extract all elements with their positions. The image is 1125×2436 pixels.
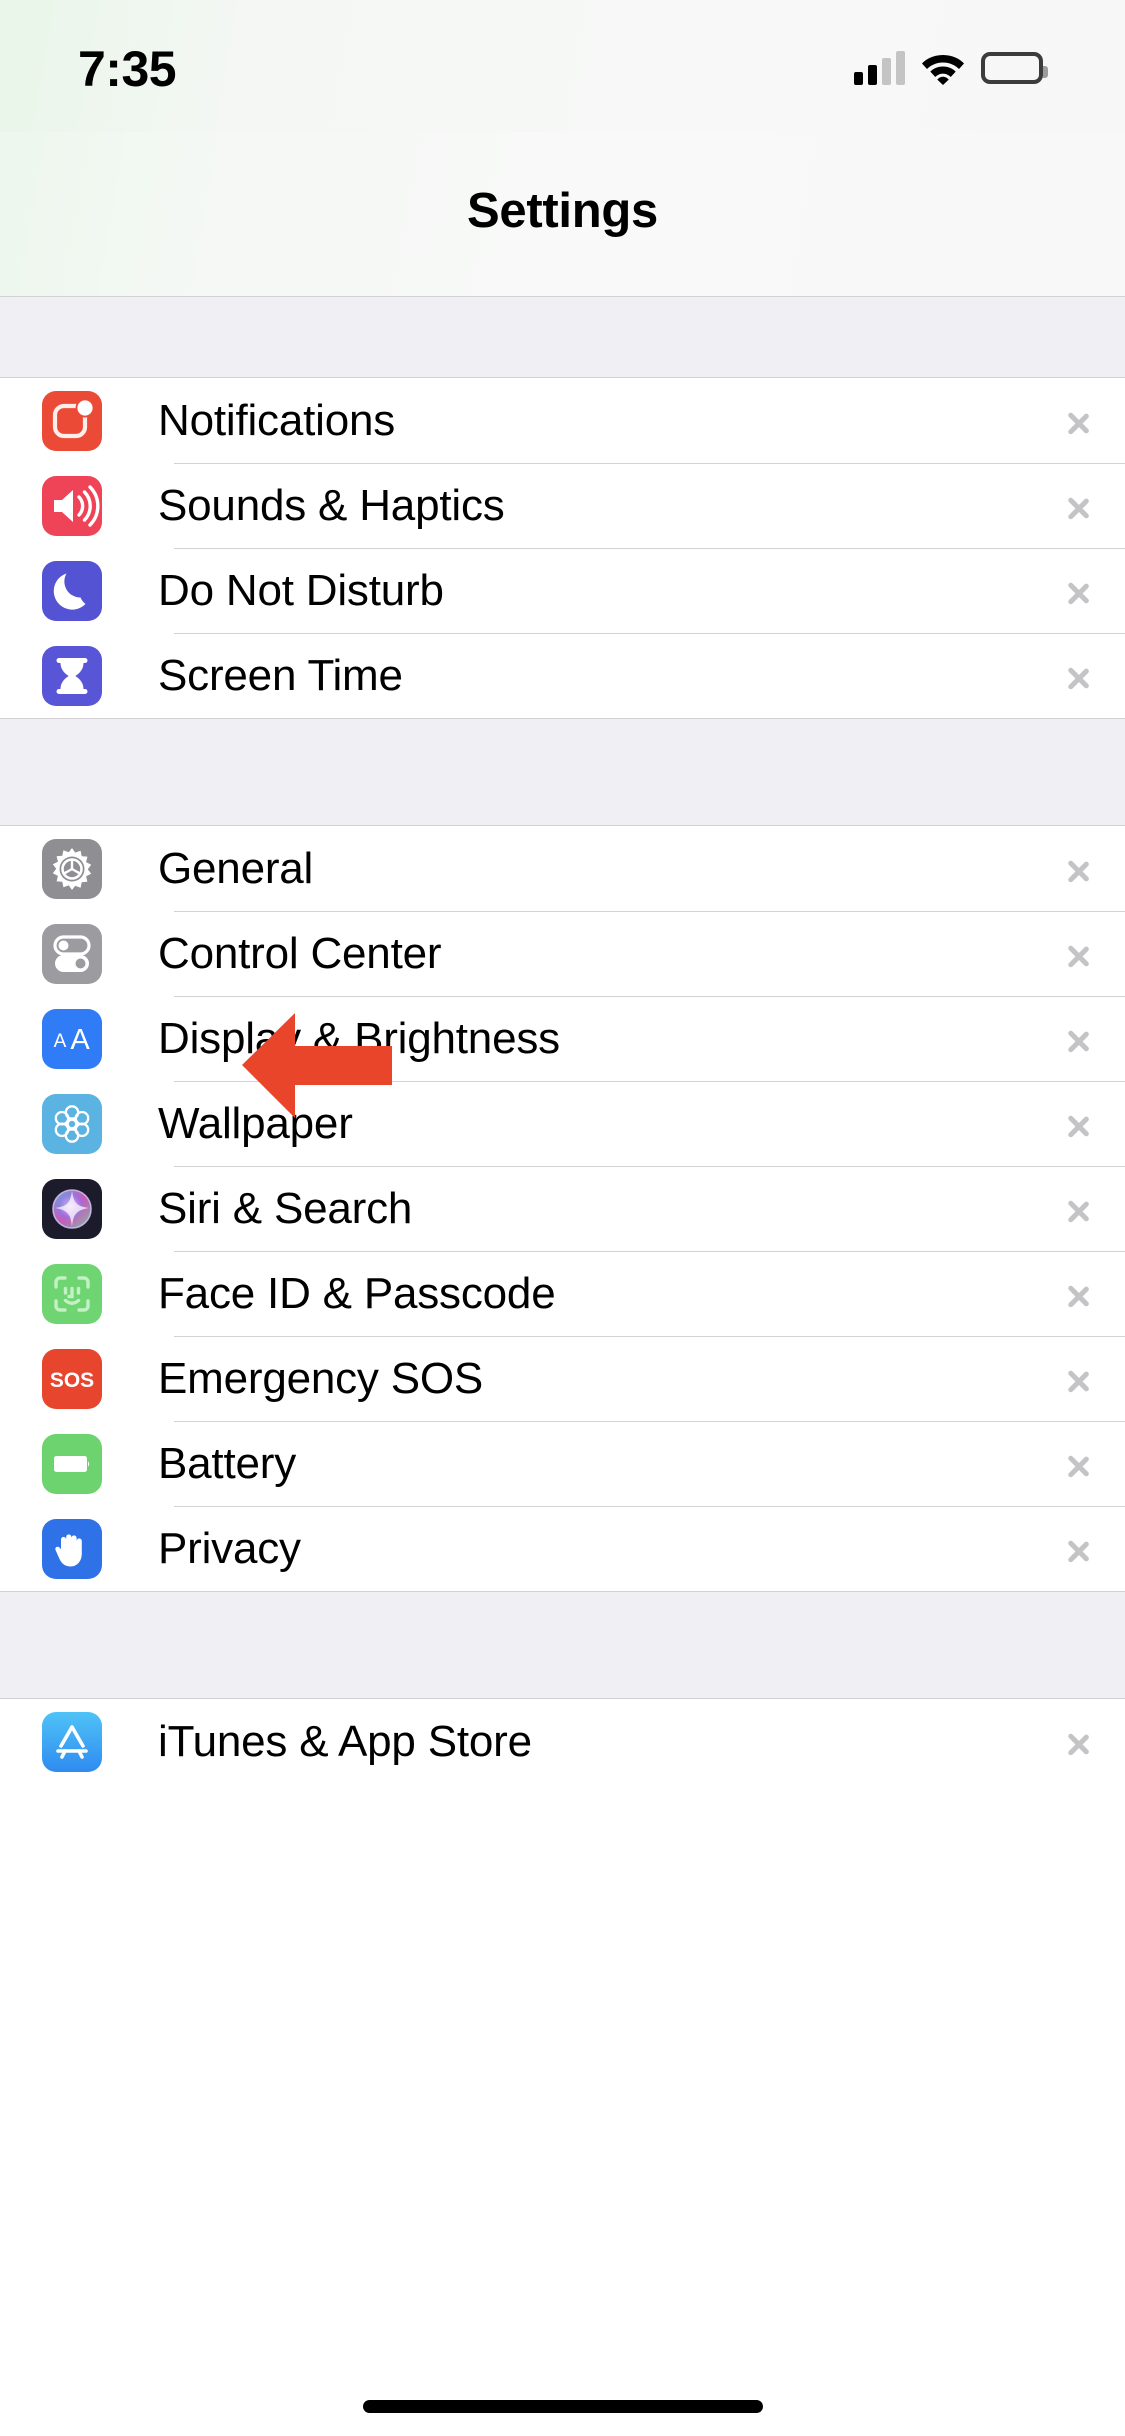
status-bar: 7:35 — [0, 0, 1125, 132]
chevron-right-icon — [1067, 1722, 1091, 1762]
settings-row-do-not-disturb[interactable]: Do Not Disturb — [0, 548, 1125, 633]
section-gap-middle — [0, 718, 1125, 826]
svg-text:A: A — [70, 1024, 90, 1056]
settings-row-label: Privacy — [158, 1523, 301, 1573]
cellular-signal-icon — [854, 51, 905, 85]
settings-row-emergency-sos[interactable]: SOS Emergency SOS — [0, 1336, 1125, 1421]
wallpaper-flower-icon — [42, 1093, 102, 1154]
settings-row-wallpaper[interactable]: Wallpaper — [0, 1081, 1125, 1166]
battery-full-icon — [981, 52, 1048, 84]
gear-icon — [42, 838, 102, 899]
navigation-bar: Settings — [0, 132, 1125, 297]
settings-group-system: General Control Center A A Display & Bri… — [0, 826, 1125, 1591]
settings-row-sounds-haptics[interactable]: Sounds & Haptics — [0, 463, 1125, 548]
settings-list[interactable]: Notifications Sounds & Haptics Do Not Di… — [0, 297, 1125, 2436]
settings-row-label: Do Not Disturb — [158, 565, 444, 615]
settings-group-stores: iTunes & App Store — [0, 1699, 1125, 1784]
settings-row-itunes-app-store[interactable]: iTunes & App Store — [0, 1699, 1125, 1784]
chevron-right-icon — [1067, 401, 1091, 441]
wifi-icon — [921, 51, 965, 85]
settings-row-label: Siri & Search — [158, 1183, 413, 1233]
sounds-haptics-icon — [42, 475, 102, 536]
face-id-icon — [42, 1263, 102, 1324]
siri-orb-icon — [42, 1178, 102, 1239]
settings-row-control-center[interactable]: Control Center — [0, 911, 1125, 996]
settings-row-label: General — [158, 843, 314, 893]
home-indicator[interactable] — [362, 2400, 763, 2413]
chevron-right-icon — [1067, 656, 1091, 696]
chevron-right-icon — [1067, 1359, 1091, 1399]
chevron-right-icon — [1067, 1444, 1091, 1484]
settings-group-alerts: Notifications Sounds & Haptics Do Not Di… — [0, 378, 1125, 718]
status-bar-time: 7:35 — [78, 41, 177, 97]
chevron-right-icon — [1067, 1104, 1091, 1144]
chevron-right-icon — [1067, 1274, 1091, 1314]
section-gap-top — [0, 297, 1125, 378]
chevron-right-icon — [1067, 1189, 1091, 1229]
iphone-screen: 7:35 Settings Notifications Sounds & Hap… — [0, 0, 1125, 2436]
battery-icon — [42, 1433, 102, 1494]
settings-row-display-brightness[interactable]: A A Display & Brightness — [0, 996, 1125, 1081]
chevron-right-icon — [1067, 849, 1091, 889]
display-brightness-aa-icon: A A — [42, 1008, 102, 1069]
chevron-right-icon — [1067, 571, 1091, 611]
svg-text:SOS: SOS — [50, 1369, 94, 1392]
settings-row-label: Display & Brightness — [158, 1013, 560, 1063]
settings-row-label: Face ID & Passcode — [158, 1268, 556, 1318]
settings-row-siri-search[interactable]: Siri & Search — [0, 1166, 1125, 1251]
chevron-right-icon — [1067, 1529, 1091, 1569]
settings-row-label: iTunes & App Store — [158, 1716, 532, 1766]
settings-row-label: Screen Time — [158, 650, 403, 700]
svg-text:A: A — [54, 1031, 67, 1052]
chevron-right-icon — [1067, 486, 1091, 526]
settings-row-label: Notifications — [158, 395, 396, 445]
notifications-icon — [42, 390, 102, 451]
section-gap-bottom — [0, 1591, 1125, 1699]
settings-row-label: Emergency SOS — [158, 1353, 484, 1403]
screen-time-hourglass-icon — [42, 645, 102, 706]
settings-row-privacy[interactable]: Privacy — [0, 1506, 1125, 1591]
settings-row-notifications[interactable]: Notifications — [0, 378, 1125, 463]
settings-row-label: Control Center — [158, 928, 442, 978]
settings-row-general[interactable]: General — [0, 826, 1125, 911]
app-store-icon — [42, 1711, 102, 1772]
settings-row-label: Wallpaper — [158, 1098, 353, 1148]
privacy-hand-icon — [42, 1518, 102, 1579]
control-center-toggles-icon — [42, 923, 102, 984]
do-not-disturb-moon-icon — [42, 560, 102, 621]
settings-row-battery[interactable]: Battery — [0, 1421, 1125, 1506]
settings-row-label: Battery — [158, 1438, 296, 1488]
page-title: Settings — [467, 184, 658, 238]
settings-row-face-id-passcode[interactable]: Face ID & Passcode — [0, 1251, 1125, 1336]
chevron-right-icon — [1067, 934, 1091, 974]
settings-row-label: Sounds & Haptics — [158, 480, 505, 530]
emergency-sos-icon: SOS — [42, 1348, 102, 1409]
settings-row-screen-time[interactable]: Screen Time — [0, 633, 1125, 718]
status-bar-indicators — [854, 51, 1048, 85]
chevron-right-icon — [1067, 1019, 1091, 1059]
